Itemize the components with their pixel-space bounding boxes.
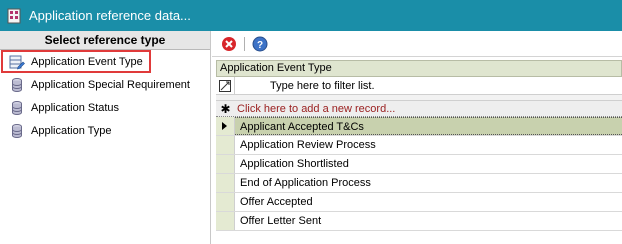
row-value: Offer Accepted xyxy=(240,196,313,208)
new-record-asterisk-icon: ✱ xyxy=(220,101,231,116)
edit-table-icon xyxy=(9,54,25,70)
add-new-record-row[interactable]: ✱ Click here to add a new record... xyxy=(216,100,622,117)
row-selector[interactable] xyxy=(216,136,235,154)
title-bar: Application reference data... xyxy=(0,0,622,31)
table-row[interactable]: Application Review Process xyxy=(216,136,622,155)
row-value: Application Review Process xyxy=(240,139,376,151)
reference-item-application-type[interactable]: Application Type xyxy=(0,119,210,142)
app-icon xyxy=(7,8,21,24)
filter-row: Type here to filter list. xyxy=(216,77,622,95)
column-header-application-event-type[interactable]: Application Event Type xyxy=(216,60,622,77)
add-new-record-link[interactable]: Click here to add a new record... xyxy=(235,101,395,116)
reference-type-panel: Select reference type Application Event … xyxy=(0,31,211,244)
reference-item-label: Application Status xyxy=(31,101,120,114)
filter-icon xyxy=(216,77,235,94)
reference-item-application-special-requirement[interactable]: Application Special Requirement xyxy=(0,73,210,96)
reference-item-application-event-type[interactable]: Application Event Type xyxy=(1,50,151,73)
reference-item-application-status[interactable]: Application Status xyxy=(0,96,210,119)
reference-data-grid: Application Event Type Type here to filt… xyxy=(216,60,622,231)
grid-toolbar: ? xyxy=(212,31,622,57)
row-selector[interactable] xyxy=(216,193,235,211)
database-icon xyxy=(9,123,25,139)
database-icon xyxy=(9,100,25,116)
row-selector[interactable] xyxy=(216,174,235,192)
window-title: Application reference data... xyxy=(29,8,191,23)
table-row[interactable]: Application Shortlisted xyxy=(216,155,622,174)
row-value: End of Application Process xyxy=(240,177,371,189)
delete-icon[interactable] xyxy=(221,36,237,52)
current-row-indicator-icon xyxy=(216,117,235,135)
svg-text:?: ? xyxy=(257,40,263,51)
reference-item-label: Application Event Type xyxy=(31,55,143,68)
toolbar-separator xyxy=(244,36,245,51)
row-value: Application Shortlisted xyxy=(240,158,349,170)
row-value: Offer Letter Sent xyxy=(240,215,322,227)
row-selector[interactable] xyxy=(216,155,235,173)
reference-type-header: Select reference type xyxy=(0,31,210,50)
help-icon[interactable]: ? xyxy=(252,36,268,52)
row-value: Applicant Accepted T&Cs xyxy=(235,117,622,135)
reference-item-label: Application Type xyxy=(31,124,112,137)
table-row[interactable]: Offer Accepted xyxy=(216,193,622,212)
table-row[interactable]: End of Application Process xyxy=(216,174,622,193)
reference-item-label: Application Special Requirement xyxy=(31,78,190,91)
table-row[interactable]: Applicant Accepted T&Cs xyxy=(216,117,622,136)
database-icon xyxy=(9,77,25,93)
table-row[interactable]: Offer Letter Sent xyxy=(216,212,622,231)
filter-input[interactable]: Type here to filter list. xyxy=(235,77,622,94)
row-selector[interactable] xyxy=(216,212,235,230)
reference-data-panel: ? Application Event Type Type here to fi… xyxy=(212,31,622,244)
